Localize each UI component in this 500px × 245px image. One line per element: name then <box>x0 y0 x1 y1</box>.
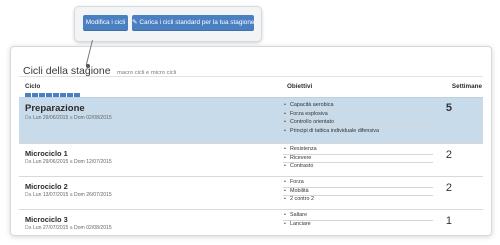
end-date: Dom 26/07/2015 <box>74 192 112 198</box>
column-header-obiettivi: Obiettivi <box>287 83 313 90</box>
dates-prefix: Da <box>25 115 33 121</box>
cycle-dates: Da Lun 29/06/2015 a Dom 02/08/2015 <box>25 115 112 121</box>
weeks-count: 1 <box>445 215 452 227</box>
end-date: Dom 02/08/2015 <box>74 225 112 231</box>
objective-item: Forza <box>283 179 433 188</box>
weeks-count: 2 <box>445 149 452 161</box>
objectives-list: ResistenzaRicevereContrasto <box>283 146 433 171</box>
table-row[interactable]: Microciclo 3 Da Lun 27/07/2015 a Dom 02/0… <box>19 209 483 242</box>
modify-cycles-label: Modifica i cicli <box>85 19 126 26</box>
pencil-icon: ✎ <box>132 19 138 26</box>
load-standard-cycles-label: Carica i cicli standard per la tua stagi… <box>139 19 255 26</box>
objective-item: Contrasto <box>283 163 433 171</box>
season-cycles-panel: Cicli della stagione macro cicli e micro… <box>10 46 492 236</box>
objective-item: Lanciare <box>283 221 433 229</box>
cycle-dates: Da Lun 29/06/2015 a Dom 12/07/2015 <box>25 159 112 165</box>
modify-cycles-button[interactable]: Modifica i cicli <box>83 15 128 31</box>
cycle-name: Microciclo 2 <box>25 182 68 191</box>
end-date: Dom 02/08/2015 <box>74 115 112 121</box>
cycle-name: Preparazione <box>25 103 85 114</box>
objective-item: Resistenza <box>283 146 433 155</box>
objective-item: Controllo orientato <box>283 119 433 128</box>
load-standard-cycles-button[interactable]: ✎ Carica i cicli standard per la tua stag… <box>132 15 254 31</box>
dates-prefix: Da <box>25 192 33 198</box>
weeks-count: 5 <box>445 102 452 114</box>
objective-item: Mobilità <box>283 188 433 197</box>
start-date: Lun 29/06/2015 <box>32 159 69 165</box>
start-date: Lun 27/07/2015 <box>32 225 69 231</box>
column-header-settimane: Settimane <box>451 83 482 90</box>
dates-prefix: Da <box>25 159 33 165</box>
objective-item: Principi di tattica individuale difensiv… <box>283 128 433 136</box>
weeks-count: 2 <box>445 182 452 194</box>
objective-item: Forza esplosiva <box>283 111 433 120</box>
objectives-list: Capacità aerobicaForza esplosivaControll… <box>283 102 433 135</box>
header-divider <box>19 76 483 77</box>
table-row[interactable]: Preparazione Da Lun 29/06/2015 a Dom 02/0… <box>19 97 483 144</box>
table-row[interactable]: Microciclo 1 Da Lun 29/06/2015 a Dom 12/0… <box>19 143 483 177</box>
objectives-list: ForzaMobilità2 contro 2 <box>283 179 433 204</box>
callout-connector-dot <box>86 64 90 68</box>
start-date: Lun 29/06/2015 <box>32 115 69 121</box>
objective-item: Capacità aerobica <box>283 102 433 111</box>
objective-item: Ricevere <box>283 155 433 164</box>
cycle-dates: Da Lun 13/07/2015 a Dom 26/07/2015 <box>25 192 112 198</box>
column-header-ciclo: Ciclo <box>25 83 41 90</box>
cycle-name: Microciclo 3 <box>25 215 68 224</box>
dates-prefix: Da <box>25 225 33 231</box>
cycle-dates: Da Lun 27/07/2015 a Dom 02/08/2015 <box>25 225 112 231</box>
objectives-list: SaltareLanciare <box>283 212 433 228</box>
objective-item: Saltare <box>283 212 433 221</box>
cycles-table: Preparazione Da Lun 29/06/2015 a Dom 02/0… <box>19 97 483 231</box>
cycle-name: Microciclo 1 <box>25 149 68 158</box>
table-row[interactable]: Microciclo 2 Da Lun 13/07/2015 a Dom 26/0… <box>19 176 483 210</box>
end-date: Dom 12/07/2015 <box>74 159 112 165</box>
objective-item: 2 contro 2 <box>283 196 433 204</box>
start-date: Lun 13/07/2015 <box>32 192 69 198</box>
toolbar-callout: Modifica i cicli ✎ Carica i cicli standar… <box>74 6 262 42</box>
